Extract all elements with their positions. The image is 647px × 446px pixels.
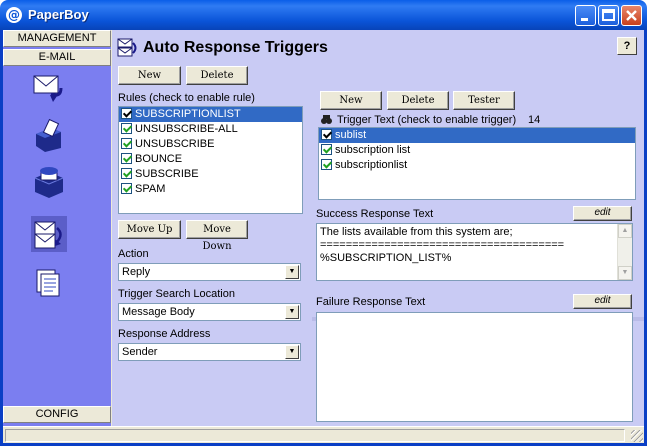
action-label: Action	[118, 248, 149, 260]
failure-edit-button[interactable]: edit	[573, 294, 632, 309]
trigger-count: 14	[528, 114, 541, 126]
nav-config-button[interactable]: CONFIG	[3, 406, 111, 423]
help-button[interactable]: ?	[617, 37, 637, 55]
rule-item[interactable]: SUBSCRIPTIONLIST	[119, 107, 302, 122]
rule-item[interactable]: UNSUBSCRIBE	[119, 137, 302, 152]
status-bar	[3, 426, 644, 443]
maximize-icon	[602, 9, 615, 21]
window-title: PaperBoy	[28, 7, 89, 22]
trigger-search-select[interactable]: Message Body ▼	[118, 303, 301, 321]
page-title: Auto Response Triggers	[143, 39, 328, 56]
documents-icon[interactable]	[31, 266, 67, 302]
chevron-down-icon[interactable]: ▼	[285, 345, 299, 359]
trigger-checkbox[interactable]	[321, 144, 332, 155]
resize-grip-icon[interactable]	[631, 430, 643, 442]
nav-management-button[interactable]: MANAGEMENT	[3, 30, 111, 47]
minimize-button[interactable]	[575, 5, 596, 26]
chevron-down-icon[interactable]: ▼	[285, 305, 299, 319]
rule-checkbox[interactable]	[121, 168, 132, 179]
rule-checkbox[interactable]	[121, 153, 132, 164]
trigger-checkbox[interactable]	[321, 159, 332, 170]
app-icon: @	[6, 7, 22, 23]
auto-response-icon[interactable]	[31, 216, 67, 252]
trigger-search-value: Message Body	[122, 306, 195, 318]
scroll-up-icon[interactable]: ▲	[618, 224, 632, 238]
response-address-label: Response Address	[118, 328, 211, 340]
success-edit-button[interactable]: edit	[573, 206, 632, 221]
sidebar: MANAGEMENT E-MAIL CONFIG	[3, 30, 111, 426]
main-panel: Auto Response Triggers ? New Delete Rule…	[112, 30, 644, 426]
trigger-list[interactable]: sublist subscription list subscriptionli…	[318, 127, 636, 200]
rules-list[interactable]: SUBSCRIPTIONLIST UNSUBSCRIBE-ALL UNSUBSC…	[118, 106, 303, 214]
new-trigger-button[interactable]: New	[320, 91, 382, 110]
trigger-item[interactable]: subscription list	[319, 143, 635, 158]
trigger-list-label: Trigger Text (check to enable trigger)	[337, 114, 517, 126]
move-up-button[interactable]: Move Up	[118, 220, 181, 239]
minimize-icon	[581, 18, 588, 21]
window-frame: MANAGEMENT E-MAIL CONFIG Auto Response T…	[0, 30, 647, 446]
rule-checkbox[interactable]	[121, 183, 132, 194]
window-body: MANAGEMENT E-MAIL CONFIG Auto Response T…	[3, 30, 644, 443]
delete-trigger-button[interactable]: Delete	[387, 91, 449, 110]
rule-checkbox[interactable]	[121, 108, 132, 119]
scroll-down-icon[interactable]: ▼	[618, 266, 632, 280]
rule-checkbox[interactable]	[121, 123, 132, 134]
move-down-button[interactable]: Move Down	[186, 220, 248, 252]
rule-item[interactable]: SUBSCRIBE	[119, 167, 302, 182]
failure-response-content	[317, 313, 632, 317]
chevron-down-icon[interactable]: ▼	[285, 265, 299, 279]
close-button[interactable]	[621, 5, 642, 26]
rule-item[interactable]: UNSUBSCRIBE-ALL	[119, 122, 302, 137]
new-rule-button[interactable]: New	[118, 66, 181, 85]
response-address-value: Sender	[122, 346, 158, 358]
nav-email-button[interactable]: E-MAIL	[3, 49, 111, 66]
action-select[interactable]: Reply ▼	[118, 263, 301, 281]
auto-response-header-icon	[117, 38, 137, 57]
tester-button[interactable]: Tester	[453, 91, 515, 110]
failure-response-text[interactable]	[316, 312, 633, 422]
rule-item[interactable]: BOUNCE	[119, 152, 302, 167]
trigger-checkbox[interactable]	[321, 129, 332, 140]
binoculars-icon	[321, 115, 332, 124]
mail-forward-icon[interactable]	[31, 72, 67, 108]
status-cell	[5, 429, 625, 442]
delete-rule-button[interactable]: Delete	[186, 66, 248, 85]
mailbox-open-icon[interactable]	[31, 164, 67, 200]
rules-list-label: Rules (check to enable rule)	[118, 92, 255, 104]
trigger-search-label: Trigger Search Location	[118, 288, 235, 300]
failure-response-label: Failure Response Text	[316, 296, 426, 308]
action-value: Reply	[122, 266, 151, 278]
rule-item[interactable]: SPAM	[119, 182, 302, 197]
close-icon	[626, 10, 637, 21]
maximize-button[interactable]	[598, 5, 619, 26]
success-response-content: The lists available from this system are…	[320, 226, 565, 264]
rule-checkbox[interactable]	[121, 138, 132, 149]
trigger-item[interactable]: sublist	[319, 128, 635, 143]
success-response-label: Success Response Text	[316, 208, 434, 220]
success-response-text[interactable]: The lists available from this system are…	[316, 223, 633, 281]
response-address-select[interactable]: Sender ▼	[118, 343, 301, 361]
title-bar[interactable]: @ PaperBoy	[0, 0, 647, 30]
success-scrollbar[interactable]: ▲ ▼	[617, 224, 632, 280]
mailbox-send-icon[interactable]	[31, 118, 67, 154]
trigger-item[interactable]: subscriptionlist	[319, 158, 635, 173]
